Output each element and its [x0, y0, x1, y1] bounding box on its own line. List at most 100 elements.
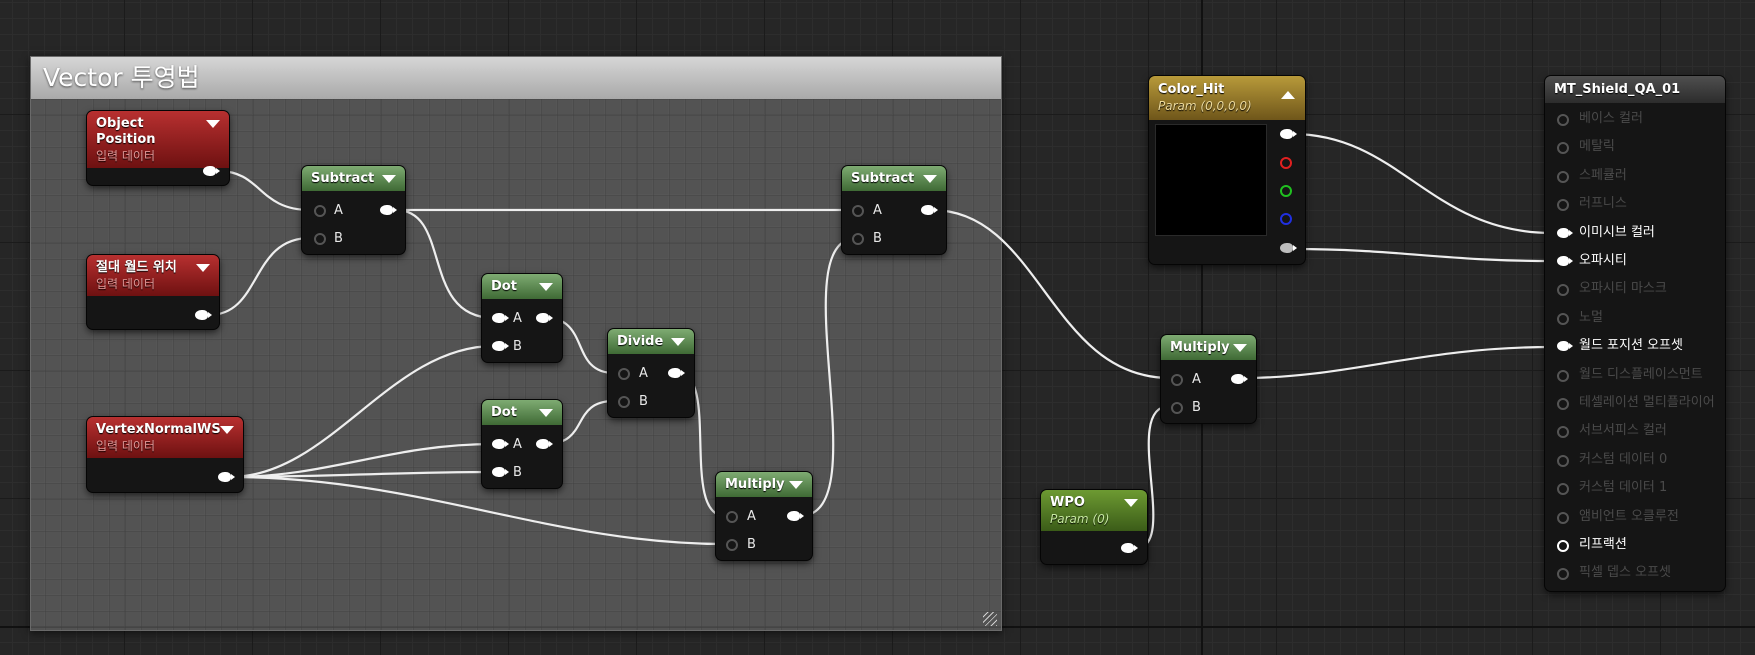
output-pin-r[interactable]	[1280, 157, 1292, 169]
input-pin-a[interactable]	[618, 368, 630, 380]
node-header[interactable]: VertexNormalWS 입력 데이터	[87, 417, 243, 458]
material-input-pin[interactable]	[1557, 483, 1569, 496]
wire-mul2-to-wpo-input	[1240, 345, 1554, 380]
material-input-pin[interactable]	[1557, 142, 1569, 155]
input-pin-a[interactable]	[726, 511, 738, 523]
input-pin-b[interactable]	[492, 467, 509, 477]
input-pin-b[interactable]	[1171, 402, 1183, 414]
output-pin-g[interactable]	[1280, 185, 1292, 197]
output-pin[interactable]	[536, 313, 553, 323]
output-pin[interactable]	[218, 472, 235, 482]
node-header[interactable]: MT_Shield_QA_01	[1545, 76, 1725, 103]
node-header[interactable]: Color_Hit Param (0,0,0,0)	[1149, 76, 1305, 120]
node-header[interactable]: 절대 월드 위치 입력 데이터	[87, 255, 219, 296]
node-wpo[interactable]: WPO Param (0)	[1041, 490, 1147, 564]
node-vertex-normal-ws[interactable]: VertexNormalWS 입력 데이터	[87, 417, 243, 492]
node-header[interactable]: Dot	[482, 274, 562, 299]
node-subtract-2[interactable]: Subtract A B	[842, 166, 946, 254]
pin-label: B	[747, 537, 756, 552]
node-material-result[interactable]: MT_Shield_QA_01 베이스 컬러 메탈릭 스페큘러 러프니스 이미시브 컬러…	[1545, 76, 1725, 591]
material-input-pin[interactable]	[1557, 170, 1569, 183]
input-pin-b[interactable]	[618, 396, 630, 408]
material-input-pin[interactable]	[1557, 454, 1569, 467]
collapse-arrow-icon[interactable]	[671, 338, 685, 346]
node-multiply-1[interactable]: Multiply A B	[716, 472, 812, 560]
node-header[interactable]: Multiply	[1161, 335, 1256, 360]
collapse-arrow-up-icon[interactable]	[1281, 91, 1295, 99]
output-pin[interactable]	[203, 166, 220, 176]
pin-label: A	[513, 437, 522, 452]
node-subtract-1[interactable]: Subtract A B	[302, 166, 405, 254]
node-header[interactable]: Object Position 입력 데이터	[87, 111, 229, 168]
output-pin[interactable]	[195, 310, 212, 320]
node-title: Divide	[617, 334, 664, 349]
input-pin-b[interactable]	[726, 539, 738, 551]
collapse-arrow-icon[interactable]	[220, 426, 234, 434]
wire-objpos-to-sub1a	[216, 169, 312, 212]
material-input-pin[interactable]	[1557, 312, 1569, 325]
input-pin-a[interactable]	[314, 205, 326, 217]
output-pin[interactable]	[1121, 543, 1138, 553]
output-pin[interactable]	[536, 439, 553, 449]
material-input-pin[interactable]	[1557, 256, 1573, 266]
node-multiply-2[interactable]: Multiply A B	[1161, 335, 1256, 423]
collapse-arrow-icon[interactable]	[539, 409, 553, 417]
input-pin-a[interactable]	[492, 313, 509, 323]
node-header[interactable]: Subtract	[842, 166, 946, 191]
node-header[interactable]: Multiply	[716, 472, 812, 497]
pin-label: B	[639, 394, 648, 409]
collapse-arrow-icon[interactable]	[539, 283, 553, 291]
pin-label: A	[513, 311, 522, 326]
node-title: Multiply	[1170, 340, 1230, 355]
node-subtitle: Param (0,0,0,0)	[1158, 99, 1252, 113]
node-object-position[interactable]: Object Position 입력 데이터	[87, 111, 229, 185]
material-input-pin[interactable]	[1557, 199, 1569, 212]
node-absolute-world-position[interactable]: 절대 월드 위치 입력 데이터	[87, 255, 219, 329]
material-input-pin[interactable]	[1557, 284, 1569, 297]
wire-colorhit-to-emissive	[1290, 132, 1554, 235]
node-header[interactable]: Divide	[608, 329, 694, 354]
input-pin-b[interactable]	[492, 341, 509, 351]
material-input-pin[interactable]	[1557, 227, 1573, 238]
collapse-arrow-icon[interactable]	[923, 175, 937, 183]
input-pin-b[interactable]	[852, 233, 864, 245]
output-pin[interactable]	[921, 205, 938, 215]
collapse-arrow-icon[interactable]	[1124, 499, 1138, 507]
output-pin[interactable]	[787, 511, 804, 521]
collapse-arrow-icon[interactable]	[1233, 344, 1247, 352]
wire-colorhit-to-opacity	[1290, 247, 1554, 263]
material-input-pin[interactable]	[1557, 398, 1569, 410]
input-pin-b[interactable]	[314, 233, 326, 245]
collapse-arrow-icon[interactable]	[196, 264, 210, 272]
node-title: Dot	[491, 279, 517, 294]
collapse-arrow-icon[interactable]	[789, 481, 803, 489]
material-input-pin[interactable]	[1557, 426, 1569, 439]
input-pin-a[interactable]	[852, 205, 864, 217]
input-pin-a[interactable]	[492, 439, 509, 449]
output-pin[interactable]	[380, 205, 397, 215]
wire-layer	[207, 132, 1554, 550]
node-header[interactable]: WPO Param (0)	[1041, 490, 1147, 531]
material-input-pin[interactable]	[1557, 341, 1573, 352]
material-input-pin[interactable]	[1557, 568, 1569, 581]
output-pin[interactable]	[1231, 374, 1248, 384]
node-dot-1[interactable]: Dot A B	[482, 274, 562, 362]
node-color-hit[interactable]: Color_Hit Param (0,0,0,0)	[1149, 76, 1305, 264]
node-dot-2[interactable]: Dot A B	[482, 400, 562, 488]
node-header[interactable]: Subtract	[302, 166, 405, 191]
output-pin-b[interactable]	[1280, 213, 1292, 225]
node-divide[interactable]: Divide A B	[608, 329, 694, 417]
output-pin-a[interactable]	[1280, 243, 1297, 253]
collapse-arrow-icon[interactable]	[206, 120, 220, 128]
material-input-label: 노멀	[1579, 309, 1603, 325]
collapse-arrow-icon[interactable]	[382, 175, 396, 183]
material-input-pin[interactable]	[1557, 114, 1569, 126]
output-pin[interactable]	[668, 368, 685, 378]
material-input-pin[interactable]	[1557, 369, 1569, 382]
output-pin-rgb[interactable]	[1280, 129, 1297, 139]
material-input-pin[interactable]	[1557, 511, 1569, 524]
input-pin-a[interactable]	[1171, 374, 1183, 386]
node-header[interactable]: Dot	[482, 400, 562, 425]
material-input-label: 앰비언트 오클루전	[1579, 508, 1679, 524]
material-input-pin[interactable]	[1557, 540, 1569, 552]
